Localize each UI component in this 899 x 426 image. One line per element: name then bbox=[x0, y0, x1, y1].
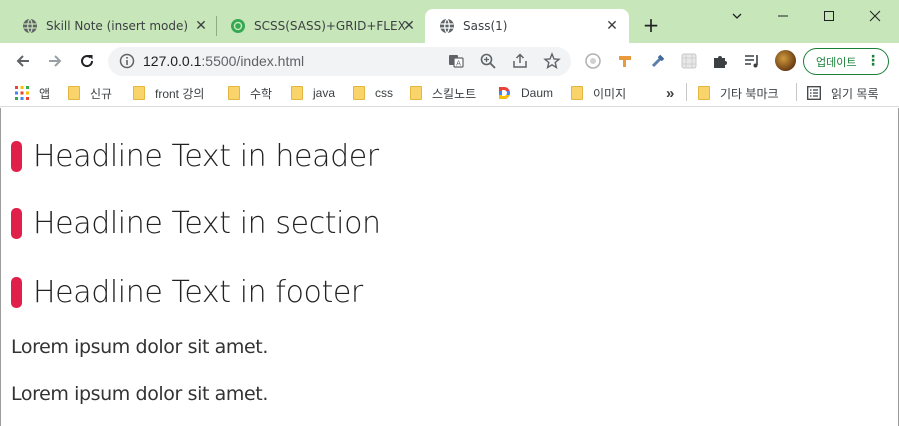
tab-title: SCSS(SASS)+GRID+FLEX 🌟 bbox=[254, 19, 409, 33]
reload-icon bbox=[81, 55, 94, 68]
folder-icon bbox=[291, 86, 303, 100]
bookmark-label: 앱 bbox=[39, 86, 51, 101]
tab-search-button[interactable] bbox=[714, 0, 760, 32]
headline-text: Headline Text in header bbox=[33, 138, 379, 174]
close-icon[interactable]: ✕ bbox=[401, 18, 417, 34]
arrow-right-icon bbox=[49, 55, 62, 67]
extension-clock-icon[interactable] bbox=[583, 51, 603, 71]
tab-title: Skill Note (insert mode) bbox=[46, 19, 189, 33]
headline-text: Headline Text in section bbox=[33, 205, 381, 241]
folder-icon bbox=[133, 86, 145, 100]
tab-strip: Skill Note (insert mode) ✕ SCSS(SASS)+GR… bbox=[0, 0, 899, 43]
bookmarks-bar: 앱 신규 front 강의 수학 java css 스킬노트 Daum 이미지 … bbox=[0, 79, 899, 107]
bookmark-label: 신규 bbox=[90, 86, 113, 101]
new-tab-button[interactable]: + bbox=[640, 14, 662, 36]
headline-footer: Headline Text in footer bbox=[11, 274, 363, 310]
close-icon[interactable]: ✕ bbox=[193, 18, 209, 34]
paragraph: Lorem ipsum dolor sit amet. bbox=[11, 336, 268, 358]
url-host: 127.0.0.1 bbox=[143, 53, 202, 69]
bookmark-label: css bbox=[375, 86, 393, 100]
browser-toolbar: 127.0.0.1:5500/index.html A 업데이트 ⋮ bbox=[0, 43, 899, 79]
folder-icon bbox=[353, 86, 365, 100]
bookmarks-overflow-button[interactable]: » bbox=[666, 83, 674, 103]
chevron-down-icon bbox=[732, 13, 742, 19]
url-text: 127.0.0.1:5500/index.html bbox=[143, 53, 304, 69]
back-button[interactable] bbox=[9, 47, 37, 75]
arrow-left-icon bbox=[16, 55, 29, 67]
share-icon[interactable] bbox=[511, 52, 529, 70]
headline-section: Headline Text in section bbox=[11, 205, 381, 241]
reading-list-button[interactable]: 읽기 목록 bbox=[807, 83, 879, 103]
update-label: 업데이트 bbox=[816, 56, 857, 69]
bookmarks-divider bbox=[686, 83, 687, 101]
bookmark-label: 읽기 목록 bbox=[831, 86, 879, 101]
paragraph: Lorem ipsum dolor sit amet. bbox=[11, 383, 268, 405]
bookmark-label: 수학 bbox=[250, 86, 273, 101]
tab-sass[interactable]: Sass(1) ✕ bbox=[425, 9, 629, 43]
apps-grid-icon bbox=[15, 86, 29, 100]
puzzle-icon[interactable] bbox=[710, 51, 730, 71]
star-icon[interactable] bbox=[543, 52, 561, 70]
bookmark-label: java bbox=[313, 86, 336, 100]
headline-text: Headline Text in footer bbox=[33, 274, 363, 310]
info-icon[interactable] bbox=[118, 52, 136, 70]
translate-icon[interactable]: A bbox=[447, 52, 465, 70]
url-path: :5500/index.html bbox=[201, 53, 305, 69]
chevron-double-right-icon: » bbox=[666, 84, 675, 102]
minimize-icon bbox=[778, 15, 788, 17]
update-button[interactable]: 업데이트 ⋮ bbox=[803, 48, 889, 75]
accent-bar bbox=[11, 207, 22, 239]
folder-icon bbox=[410, 86, 422, 100]
avatar[interactable] bbox=[775, 50, 796, 71]
bookmark-folder[interactable]: 수학 bbox=[228, 83, 272, 103]
tab-scss-grid-flex[interactable]: SCSS(SASS)+GRID+FLEX 🌟 ✕ bbox=[216, 9, 426, 43]
folder-icon bbox=[68, 86, 80, 100]
bookmark-label: 기타 북마크 bbox=[720, 86, 779, 101]
bookmark-daum[interactable]: Daum bbox=[497, 83, 553, 103]
bookmark-folder[interactable]: 스킬노트 bbox=[410, 83, 476, 103]
headline-header: Headline Text in header bbox=[11, 138, 379, 174]
close-icon bbox=[869, 10, 881, 22]
bookmark-label: 스킬노트 bbox=[432, 86, 477, 101]
more-vert-icon[interactable]: ⋮ bbox=[866, 54, 880, 68]
forward-button[interactable] bbox=[41, 47, 69, 75]
eyedropper-icon[interactable] bbox=[648, 51, 668, 71]
page-viewport: Headline Text in header Headline Text in… bbox=[0, 108, 899, 426]
bookmark-folder[interactable]: front 강의 bbox=[133, 83, 204, 103]
folder-icon bbox=[698, 86, 710, 100]
globe-icon bbox=[23, 18, 37, 34]
bookmark-label: Daum bbox=[521, 86, 554, 100]
maximize-icon bbox=[824, 11, 834, 21]
accent-bar bbox=[11, 140, 22, 172]
bookmark-folder[interactable]: 신규 bbox=[68, 83, 112, 103]
bookmark-label: front 강의 bbox=[155, 86, 205, 101]
close-window-button[interactable] bbox=[852, 0, 898, 32]
zoom-icon[interactable] bbox=[479, 52, 497, 70]
accent-bar bbox=[11, 276, 22, 308]
address-bar[interactable]: 127.0.0.1:5500/index.html A bbox=[108, 47, 571, 76]
close-icon[interactable]: ✕ bbox=[604, 18, 620, 34]
reload-button[interactable] bbox=[73, 47, 101, 75]
globe-icon bbox=[440, 18, 454, 34]
daum-icon bbox=[499, 87, 510, 99]
reading-list-icon bbox=[807, 86, 821, 100]
minimize-button[interactable] bbox=[760, 0, 806, 32]
tab-title: Sass(1) bbox=[463, 19, 508, 33]
bookmark-label: 이미지 bbox=[593, 86, 627, 101]
bookmark-other[interactable]: 기타 북마크 bbox=[698, 83, 779, 103]
media-control-icon[interactable] bbox=[742, 51, 762, 71]
extension-tag-icon[interactable] bbox=[615, 51, 635, 71]
bookmark-folder[interactable]: 이미지 bbox=[571, 83, 626, 103]
folder-icon bbox=[228, 86, 240, 100]
maximize-button[interactable] bbox=[806, 0, 852, 32]
bookmarks-divider bbox=[796, 83, 797, 101]
tab-skill-note[interactable]: Skill Note (insert mode) ✕ bbox=[8, 9, 218, 43]
bookmark-folder[interactable]: css bbox=[353, 83, 393, 103]
extension-grid-icon[interactable] bbox=[679, 51, 699, 71]
bookmark-folder[interactable]: java bbox=[291, 83, 335, 103]
bookmark-apps[interactable]: 앱 bbox=[15, 83, 50, 103]
gitmind-icon bbox=[231, 19, 245, 33]
folder-icon bbox=[571, 86, 583, 100]
svg-text:A: A bbox=[456, 60, 461, 68]
